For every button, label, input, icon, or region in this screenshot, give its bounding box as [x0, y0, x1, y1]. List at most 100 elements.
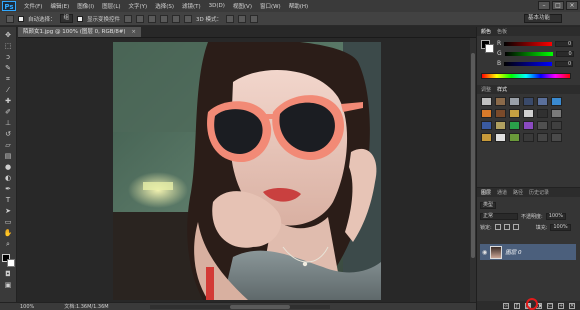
- delete-layer-icon[interactable]: ✕: [569, 302, 575, 309]
- tab-swatches[interactable]: 色板: [497, 28, 507, 35]
- menu-layer[interactable]: 图层(L): [98, 2, 124, 10]
- style-orange-icon[interactable]: [481, 109, 492, 118]
- red-slider[interactable]: [504, 41, 553, 46]
- style-slate-icon[interactable]: [551, 121, 562, 130]
- link-layers-icon[interactable]: ∞: [503, 302, 509, 309]
- style-purple-icon[interactable]: [523, 121, 534, 130]
- style-glass-icon[interactable]: [537, 97, 548, 106]
- style-dark-icon[interactable]: [537, 109, 548, 118]
- pen-icon[interactable]: ✒: [3, 185, 14, 194]
- style-white-icon[interactable]: [495, 133, 506, 142]
- document-tab[interactable]: 陌颜女1.jpg @ 100% (图层 0, RGB/8#) ×: [18, 27, 141, 37]
- horizontal-scrollbar[interactable]: [150, 305, 330, 309]
- eraser-icon[interactable]: ▱: [3, 141, 14, 150]
- close-button[interactable]: ×: [566, 1, 578, 10]
- align-right-icon[interactable]: [184, 14, 193, 23]
- style-steel-icon[interactable]: [509, 97, 520, 106]
- hand-icon[interactable]: ✋: [3, 229, 14, 238]
- tab-history[interactable]: 历史记录: [529, 189, 549, 196]
- document-info[interactable]: 文档:1.36M/1.36M: [64, 303, 108, 310]
- history-brush-icon[interactable]: ↺: [3, 130, 14, 139]
- menu-edit[interactable]: 编辑(E): [46, 2, 73, 10]
- lock-all-icon[interactable]: [512, 224, 519, 230]
- fill-value[interactable]: 100%: [550, 223, 571, 231]
- quick-mask-icon[interactable]: ◘: [3, 270, 14, 279]
- style-charcoal-icon[interactable]: [537, 121, 548, 130]
- move-icon[interactable]: ✥: [3, 31, 14, 40]
- show-transform-checkbox[interactable]: [77, 15, 84, 22]
- lasso-icon[interactable]: ↄ: [3, 53, 14, 62]
- align-top-icon[interactable]: [124, 14, 133, 23]
- lock-pixels-icon[interactable]: [494, 224, 501, 230]
- style-black-icon[interactable]: [523, 133, 534, 142]
- menu-3d[interactable]: 3D(D): [205, 3, 229, 9]
- brush-icon[interactable]: ✐: [3, 108, 14, 117]
- opacity-value[interactable]: 100%: [545, 212, 566, 220]
- zoom-icon[interactable]: ⌕: [3, 240, 14, 249]
- color-panel-background[interactable]: [485, 44, 494, 53]
- style-copper-icon[interactable]: [495, 109, 506, 118]
- style-wood-icon[interactable]: [495, 97, 506, 106]
- menu-view[interactable]: 视图(V): [229, 2, 256, 10]
- menu-type[interactable]: 文字(Y): [125, 2, 152, 10]
- type-icon[interactable]: T: [3, 196, 14, 205]
- layer-kind-filter[interactable]: 类型: [480, 201, 497, 209]
- 3d-rotate-icon[interactable]: [226, 14, 235, 23]
- style-gold-icon[interactable]: [509, 109, 520, 118]
- tab-color[interactable]: 颜色: [481, 28, 491, 35]
- visibility-eye-icon[interactable]: ◉: [482, 249, 487, 256]
- 3d-pan-icon[interactable]: [250, 14, 259, 23]
- foreground-background-swatch[interactable]: [1, 254, 15, 268]
- maximize-button[interactable]: □: [552, 1, 564, 10]
- canvas-photo[interactable]: [113, 42, 381, 300]
- style-amber-icon[interactable]: [481, 133, 492, 142]
- vertical-scroll-thumb[interactable]: [471, 53, 475, 258]
- tab-layers[interactable]: 图层: [481, 189, 491, 196]
- style-navy-icon[interactable]: [481, 121, 492, 130]
- green-slider[interactable]: [504, 51, 553, 56]
- menu-select[interactable]: 选择(S): [151, 2, 178, 10]
- color-spectrum[interactable]: [481, 73, 571, 79]
- marquee-icon[interactable]: ⬚: [3, 42, 14, 51]
- gradient-icon[interactable]: ▤: [3, 152, 14, 161]
- horizontal-scroll-thumb[interactable]: [230, 305, 290, 309]
- layer-style-icon[interactable]: ƒ: [514, 302, 520, 309]
- style-aqua-icon[interactable]: [551, 97, 562, 106]
- align-center-icon[interactable]: [172, 14, 181, 23]
- align-bottom-icon[interactable]: [148, 14, 157, 23]
- style-graphite-icon[interactable]: [537, 133, 548, 142]
- new-layer-icon[interactable]: +: [558, 302, 564, 309]
- clone-stamp-icon[interactable]: ⊥: [3, 119, 14, 128]
- blur-icon[interactable]: ●: [3, 163, 14, 172]
- menu-filter[interactable]: 滤镜(T): [178, 2, 205, 10]
- quick-select-icon[interactable]: ✎: [3, 64, 14, 73]
- style-green-icon[interactable]: [509, 121, 520, 130]
- background-color[interactable]: [6, 259, 15, 267]
- healing-brush-icon[interactable]: ✚: [3, 97, 14, 106]
- style-smoke-icon[interactable]: [551, 133, 562, 142]
- minimize-button[interactable]: –: [538, 1, 550, 10]
- 3d-roll-icon[interactable]: [238, 14, 247, 23]
- move-tool-icon[interactable]: [6, 14, 14, 23]
- blue-value[interactable]: 0: [555, 60, 574, 67]
- style-silver-icon[interactable]: [523, 109, 534, 118]
- align-middle-icon[interactable]: [136, 14, 145, 23]
- blue-slider[interactable]: [504, 61, 553, 66]
- red-value[interactable]: 0: [555, 40, 574, 47]
- green-value[interactable]: 0: [555, 50, 574, 57]
- layer-name[interactable]: 图层 0: [505, 248, 521, 256]
- align-left-icon[interactable]: [160, 14, 169, 23]
- style-sand-icon[interactable]: [495, 121, 506, 130]
- path-select-icon[interactable]: ➤: [3, 207, 14, 216]
- dodge-icon[interactable]: ◐: [3, 174, 14, 183]
- auto-select-checkbox[interactable]: [18, 15, 24, 22]
- new-group-icon[interactable]: ▭: [547, 302, 553, 309]
- tab-adjustments[interactable]: 调整: [481, 86, 491, 93]
- close-document-icon[interactable]: ×: [131, 29, 136, 35]
- shape-icon[interactable]: ▭: [3, 218, 14, 227]
- menu-image[interactable]: 图像(I): [73, 2, 98, 10]
- style-gray-icon[interactable]: [551, 109, 562, 118]
- menu-window[interactable]: 窗口(W): [256, 2, 285, 10]
- eyedropper-icon[interactable]: ⁄: [3, 86, 14, 95]
- crop-icon[interactable]: ⌗: [3, 75, 14, 84]
